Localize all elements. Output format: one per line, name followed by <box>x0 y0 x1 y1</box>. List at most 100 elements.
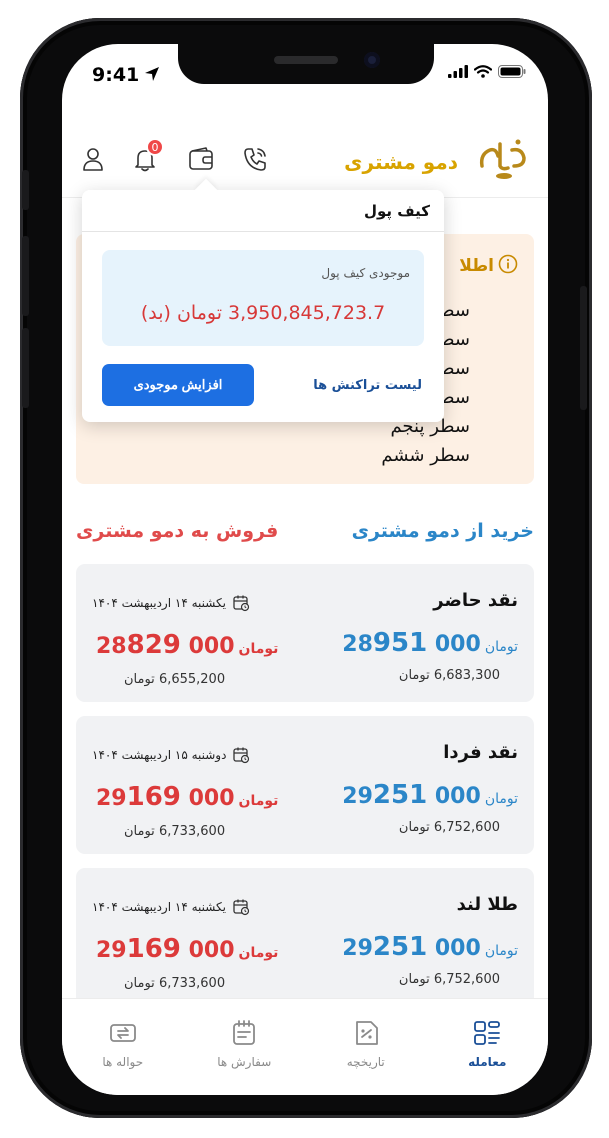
bottom-nav: معامله تاریخچه سفارش ها حواله ها <box>62 998 548 1095</box>
buy-price-main: 251 <box>372 780 428 810</box>
status-indicators <box>448 65 526 78</box>
transfers-icon <box>109 1024 136 1042</box>
buy-price-main: 951 <box>372 628 428 658</box>
front-camera <box>364 52 380 68</box>
calendar-icon <box>233 899 250 916</box>
sell-price: تومان 28829 000 <box>96 630 278 660</box>
phone-call-button[interactable] <box>238 142 272 176</box>
sell-price: تومان 29169 000 <box>96 934 278 964</box>
profile-button[interactable] <box>76 142 110 176</box>
sell-unit: تومان <box>238 641 279 657</box>
signal-icon <box>448 65 468 78</box>
sell-price-main: 169 <box>126 782 181 812</box>
status-time: 9:41 <box>92 64 140 86</box>
sell-price-lead: 29 <box>96 786 127 811</box>
buy-price-lead: 29 <box>342 784 373 809</box>
speaker <box>274 56 338 64</box>
buy-price-tail: 000 <box>434 784 481 809</box>
date-row: یکشنبه ۱۴ اردیبهشت ۱۴۰۴ <box>92 898 250 916</box>
info-line: سطر ششم <box>381 445 470 466</box>
sell-price-lead: 28 <box>96 634 127 659</box>
volume-up-button <box>22 236 29 316</box>
sell-sub-price: 6,733,600 تومان <box>124 976 226 991</box>
buy-price-main: 251 <box>372 932 428 962</box>
buy-price: تومان 28951 000 <box>342 628 518 658</box>
increase-balance-button[interactable]: افزایش موجودی <box>102 364 254 406</box>
sell-price: تومان 29169 000 <box>96 782 278 812</box>
orders-icon <box>233 1020 256 1045</box>
notifications-button[interactable]: 0 <box>128 138 164 176</box>
date-row: دوشنبه ۱۵ اردیبهشت ۱۴۰۴ <box>92 746 250 764</box>
sell-price-tail: 000 <box>188 938 235 963</box>
nav-item-orders[interactable]: سفارش ها <box>189 1019 299 1095</box>
trade-icon <box>474 1021 501 1045</box>
buy-price: تومان 29251 000 <box>342 932 518 962</box>
card-name: نقد حاضر <box>433 590 518 611</box>
wallet-button[interactable] <box>184 142 218 176</box>
calendar-icon <box>233 747 250 764</box>
sell-price-main: 829 <box>126 630 181 660</box>
buy-unit: تومان <box>484 639 518 655</box>
buy-price-value: 28951 000 <box>342 628 481 658</box>
card-date: دوشنبه ۱۵ اردیبهشت ۱۴۰۴ <box>92 748 227 762</box>
date-row: یکشنبه ۱۴ اردیبهشت ۱۴۰۴ <box>92 594 250 612</box>
location-arrow-icon <box>145 67 159 81</box>
sell-price-tail: 000 <box>188 634 235 659</box>
buy-price-lead: 28 <box>342 632 373 657</box>
card-date: یکشنبه ۱۴ اردیبهشت ۱۴۰۴ <box>92 900 226 914</box>
price-card[interactable]: طلا لند تومان 29251 000 6,752,600 تومان … <box>76 868 534 1006</box>
sell-price-tail: 000 <box>188 786 235 811</box>
history-icon <box>355 1021 378 1045</box>
sell-sub-price: 6,733,600 تومان <box>124 824 226 839</box>
card-date: یکشنبه ۱۴ اردیبهشت ۱۴۰۴ <box>92 596 226 610</box>
app-title: دمو مشتری <box>344 150 458 174</box>
price-card[interactable]: نقد حاضر تومان 28951 000 6,683,300 تومان… <box>76 564 534 702</box>
buy-section-title: خرید از دمو مشتری <box>351 520 534 542</box>
nav-label: معامله <box>468 1055 507 1069</box>
buy-price-value: 29251 000 <box>342 932 481 962</box>
volume-down-button <box>22 328 29 408</box>
buy-sub-price: 6,683,300 تومان <box>398 668 500 683</box>
buy-sub-price: 6,752,600 تومان <box>398 972 500 987</box>
nav-label: حواله ها <box>102 1055 144 1069</box>
nav-label: تاریخچه <box>346 1055 385 1069</box>
app-header: دمو مشتری 0 <box>62 134 548 198</box>
info-title: اطلا <box>459 256 494 276</box>
buy-unit: تومان <box>484 943 518 959</box>
transactions-list-link[interactable]: لیست تراکنش ها <box>313 378 422 393</box>
sell-price-value: 29169 000 <box>96 934 235 964</box>
notch <box>178 44 434 84</box>
notification-badge: 0 <box>146 138 164 156</box>
buy-price: تومان 29251 000 <box>342 780 518 810</box>
nav-item-history[interactable]: تاریخچه <box>311 1019 421 1095</box>
sell-unit: تومان <box>238 945 279 961</box>
nav-item-trade[interactable]: معامله <box>432 1019 542 1095</box>
mute-switch <box>22 170 29 210</box>
buy-price-value: 29251 000 <box>342 780 481 810</box>
battery-icon <box>498 65 526 78</box>
sell-unit: تومان <box>238 793 279 809</box>
balance-card: موجودی کیف پول 3,950,845,723.7 تومان (بد… <box>102 250 424 346</box>
price-card[interactable]: نقد فردا تومان 29251 000 6,752,600 تومان… <box>76 716 534 854</box>
wallet-popup-title: کیف پول <box>82 190 444 232</box>
sell-section-title: فروش به دمو مشتری <box>76 520 279 542</box>
sell-price-main: 169 <box>126 934 181 964</box>
buy-price-tail: 000 <box>434 632 481 657</box>
wallet-popup: کیف پول موجودی کیف پول 3,950,845,723.7 ت… <box>82 178 444 422</box>
brand-logo <box>479 139 526 179</box>
nav-item-transfers[interactable]: حواله ها <box>68 1019 178 1095</box>
wifi-icon <box>474 65 492 78</box>
buy-sub-price: 6,752,600 تومان <box>398 820 500 835</box>
nav-label: سفارش ها <box>217 1055 272 1069</box>
phone-icon <box>244 148 266 171</box>
power-button <box>580 286 587 410</box>
buy-unit: تومان <box>484 791 518 807</box>
user-icon <box>83 148 103 171</box>
calendar-icon <box>233 595 250 612</box>
balance-amount: 3,950,845,723.7 تومان (بد) <box>140 302 386 324</box>
card-name: طلا لند <box>456 894 518 915</box>
app-screen: 9:41 دمو مشتری 0 اطلا سطر سطر سطر سطر سط… <box>62 44 548 1095</box>
card-name: نقد فردا <box>443 742 518 763</box>
wallet-icon <box>189 147 213 170</box>
buy-price-lead: 29 <box>342 936 373 961</box>
